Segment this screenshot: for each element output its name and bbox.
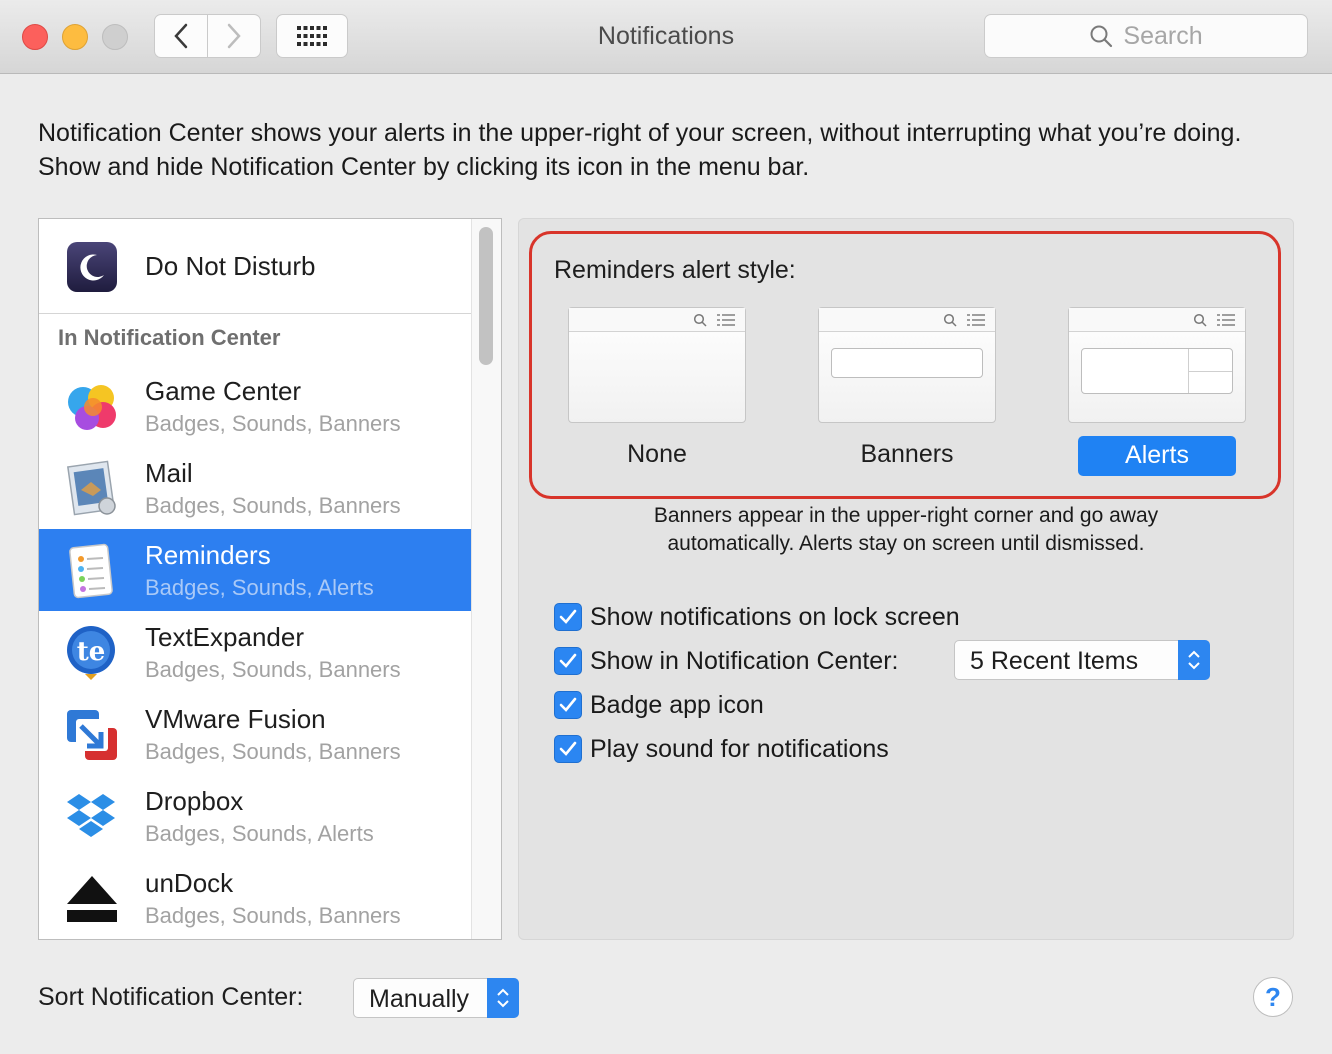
- alert-sample: [1081, 348, 1233, 394]
- recent-items-select[interactable]: 5 Recent Items: [954, 640, 1210, 680]
- item-subtitle: Badges, Sounds, Alerts: [145, 821, 374, 846]
- checkmark-icon: [559, 741, 577, 756]
- badge-label: Badge app icon: [590, 690, 764, 719]
- alert-style-alerts-preview[interactable]: [1068, 307, 1246, 423]
- lock-screen-checkbox[interactable]: [554, 603, 582, 631]
- list-item-reminders[interactable]: Reminders Badges, Sounds, Alerts: [39, 529, 471, 611]
- sort-select[interactable]: Manually: [353, 978, 519, 1018]
- title-bar: Notifications Search: [0, 0, 1332, 74]
- svg-text:te: te: [77, 637, 106, 667]
- mini-search-icon: [943, 313, 957, 327]
- lock-screen-checkbox-row[interactable]: Show notifications on lock screen: [554, 602, 960, 632]
- checkmark-icon: [559, 697, 577, 712]
- checkmark-icon: [559, 653, 577, 668]
- do-not-disturb-item[interactable]: Do Not Disturb: [39, 219, 471, 314]
- alert-style-banners-preview[interactable]: [818, 307, 996, 423]
- sort-label: Sort Notification Center:: [38, 983, 304, 1011]
- badge-checkbox[interactable]: [554, 691, 582, 719]
- notification-center-checkbox-row[interactable]: Show in Notification Center:: [554, 646, 898, 676]
- game-center-icon: [68, 385, 116, 430]
- alert-style-alerts-option[interactable]: Alerts: [1078, 436, 1236, 476]
- alert-style-explanation: Banners appear in the upper-right corner…: [560, 502, 1252, 558]
- item-name: Game Center: [145, 376, 302, 406]
- item-subtitle: Badges, Sounds, Banners: [145, 657, 401, 682]
- mini-list-icon: [967, 314, 985, 326]
- badge-checkbox-row[interactable]: Badge app icon: [554, 690, 764, 720]
- checkmark-icon: [559, 609, 577, 624]
- moon-icon: [67, 242, 117, 292]
- search-field[interactable]: Search: [984, 14, 1308, 58]
- list-item-undock[interactable]: unDock Badges, Sounds, Banners: [39, 857, 471, 939]
- help-button[interactable]: ?: [1253, 977, 1293, 1017]
- list-item-vmware-fusion[interactable]: VMware Fusion Badges, Sounds, Banners: [39, 693, 471, 775]
- banner-sample: [831, 348, 983, 378]
- list-item-textexpander[interactable]: te TextExpander Badges, Sounds, Banners: [39, 611, 471, 693]
- item-name: unDock: [145, 868, 234, 898]
- lock-screen-label: Show notifications on lock screen: [590, 602, 960, 631]
- alert-style-none-preview[interactable]: [568, 307, 746, 423]
- intro-text: Notification Center shows your alerts in…: [38, 119, 1242, 181]
- section-header: In Notification Center: [58, 325, 281, 350]
- explanation-line: Banners appear in the upper-right corner…: [653, 504, 1159, 527]
- reminders-icon: [69, 543, 113, 599]
- item-name: TextExpander: [145, 622, 304, 652]
- search-placeholder: Search: [1123, 21, 1203, 50]
- item-subtitle: Badges, Sounds, Banners: [145, 411, 401, 436]
- mini-list-icon: [1217, 314, 1235, 326]
- item-name: Mail: [145, 458, 193, 488]
- item-name: VMware Fusion: [145, 704, 326, 734]
- recent-items-value: 5 Recent Items: [970, 647, 1139, 675]
- do-not-disturb-label: Do Not Disturb: [145, 251, 316, 281]
- dropbox-icon: [67, 794, 115, 837]
- item-subtitle: Badges, Sounds, Alerts: [145, 575, 374, 600]
- textexpander-icon: te: [67, 626, 115, 680]
- item-subtitle: Badges, Sounds, Banners: [145, 903, 401, 928]
- app-list[interactable]: Do Not Disturb In Notification Center Ga…: [38, 218, 502, 940]
- alert-style-none-option[interactable]: None: [568, 440, 746, 469]
- sound-checkbox[interactable]: [554, 735, 582, 763]
- list-item-dropbox[interactable]: Dropbox Badges, Sounds, Alerts: [39, 775, 471, 857]
- mini-list-icon: [717, 314, 735, 326]
- notification-center-label: Show in Notification Center:: [590, 646, 899, 675]
- scrollbar-thumb[interactable]: [479, 227, 493, 365]
- updown-chevron-icon: [1178, 640, 1210, 680]
- list-item-mail[interactable]: Mail Badges, Sounds, Banners: [39, 447, 471, 529]
- mini-search-icon: [1193, 313, 1207, 327]
- mini-search-icon: [693, 313, 707, 327]
- alert-style-banners-option[interactable]: Banners: [818, 440, 996, 469]
- search-icon: [1090, 25, 1113, 48]
- notification-center-checkbox[interactable]: [554, 647, 582, 675]
- list-item-game-center[interactable]: Game Center Badges, Sounds, Banners: [39, 365, 471, 447]
- item-subtitle: Badges, Sounds, Banners: [145, 493, 401, 518]
- mail-icon: [67, 460, 116, 516]
- item-name: Reminders: [145, 540, 271, 570]
- sort-value: Manually: [369, 985, 470, 1013]
- updown-chevron-icon: [487, 978, 519, 1018]
- item-name: Dropbox: [145, 786, 244, 816]
- vmware-fusion-icon: [67, 710, 117, 760]
- sound-label: Play sound for notifications: [590, 734, 889, 763]
- explanation-line: automatically. Alerts stay on screen unt…: [667, 532, 1145, 555]
- eject-icon: [67, 876, 117, 922]
- item-subtitle: Badges, Sounds, Banners: [145, 739, 401, 764]
- sound-checkbox-row[interactable]: Play sound for notifications: [554, 734, 889, 764]
- alert-style-title: Reminders alert style:: [554, 256, 796, 284]
